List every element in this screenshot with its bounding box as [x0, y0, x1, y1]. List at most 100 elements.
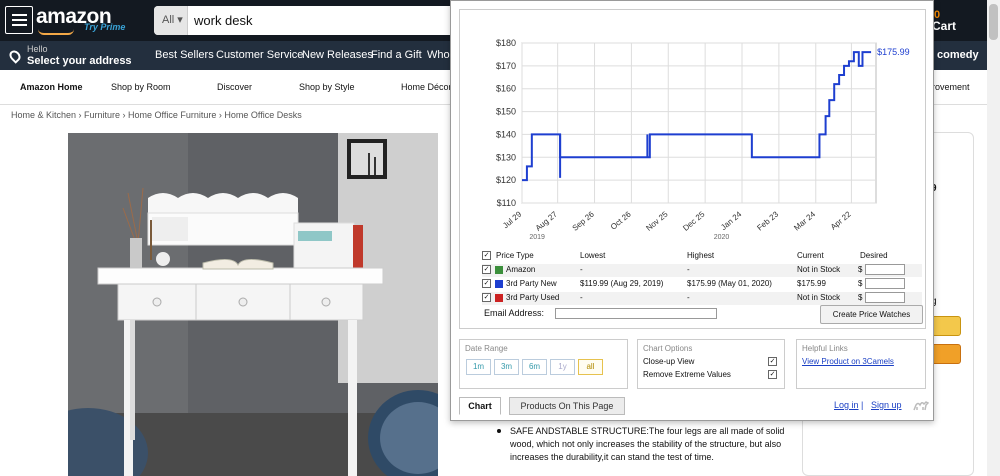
3p-used-label: 3rd Party Used	[506, 293, 560, 302]
price-row-3p-used: ✓ 3rd Party Used - - Not in Stock $	[482, 292, 922, 305]
price-history-chart-panel: $180 $170 $160 $150 $140 $130 $120 $110 Jul 29 Au…	[459, 9, 926, 329]
nav-customer-service[interactable]: Customer Service	[216, 49, 303, 61]
y-tick-label: $180	[496, 38, 516, 48]
price-tracker-popup: $180 $170 $160 $150 $140 $130 $120 $110 Jul 29 Au…	[450, 0, 934, 421]
tab-products-on-page[interactable]: Products On This Page	[509, 397, 625, 415]
range-all-button[interactable]: all	[578, 359, 603, 375]
camel-icon	[913, 401, 929, 411]
location-pin-icon	[7, 48, 23, 64]
amazon-lowest: -	[580, 265, 583, 274]
nav-find-a-gift[interactable]: Find a Gift	[371, 49, 422, 61]
price-row-amazon: ✓ Amazon - - Not in Stock $	[482, 264, 922, 277]
chart-options-panel: Chart Options Close-up View ✓ Remove Ext…	[637, 339, 785, 389]
nav-best-sellers[interactable]: Best Sellers	[155, 49, 214, 61]
x-tick-label: Nov 25	[644, 209, 670, 233]
header-price-type: Price Type	[496, 251, 534, 260]
current-price-label: $175.99	[877, 47, 910, 57]
create-price-watches-button[interactable]: Create Price Watches	[820, 305, 923, 324]
3p-new-checkbox[interactable]: ✓	[482, 279, 491, 288]
y-tick-label: $150	[496, 107, 516, 117]
tab-chart[interactable]: Chart	[459, 397, 501, 415]
x-tick-label: Sep 26	[571, 209, 597, 233]
price-table-header: ✓ Price Type Lowest Highest Current Desi…	[482, 250, 922, 263]
3p-used-desired-input[interactable]	[865, 292, 905, 303]
try-prime-link[interactable]: Try Prime	[84, 22, 125, 32]
amazon-current: Not in Stock	[797, 265, 841, 274]
menu-icon[interactable]	[5, 6, 33, 34]
add-to-cart-button[interactable]	[931, 316, 961, 336]
close-up-view-checkbox[interactable]: ✓	[768, 357, 777, 366]
3p-new-lowest: $119.99 (Aug 29, 2019)	[580, 279, 664, 288]
x-tick-label: Aug 27	[534, 209, 560, 233]
scroll-thumb[interactable]	[989, 4, 998, 40]
3p-new-currency: $	[858, 279, 863, 288]
nav-new-releases[interactable]: New Releases	[302, 49, 373, 61]
helpful-links-panel: Helpful Links View Product on 3Camels	[796, 339, 926, 389]
subnav-shop-by-style[interactable]: Shop by Style	[299, 82, 355, 92]
hello-text: Hello	[27, 44, 48, 54]
page-scrollbar[interactable]	[987, 0, 1000, 476]
buy-now-button[interactable]	[931, 344, 961, 364]
subnav-discover[interactable]: Discover	[217, 82, 252, 92]
3p-new-desired-input[interactable]	[865, 278, 905, 289]
y-tick-label: $160	[496, 84, 516, 94]
nav-promo[interactable]: comedy	[937, 49, 979, 61]
email-label: Email Address:	[484, 308, 545, 318]
x-tick-label: Mar 24	[792, 209, 817, 232]
subnav-home-decor[interactable]: Home Décor	[401, 82, 452, 92]
amazon-checkbox[interactable]: ✓	[482, 265, 491, 274]
y-tick-label: $110	[497, 198, 516, 208]
search-bar: All ▾	[154, 6, 454, 35]
x-tick-label: Oct 26	[609, 209, 633, 231]
range-1y-button[interactable]: 1y	[550, 359, 575, 375]
3p-used-currency: $	[858, 293, 863, 302]
3p-new-color-swatch	[495, 280, 503, 288]
remove-extreme-values-label: Remove Extreme Values	[643, 370, 731, 379]
range-6m-button[interactable]: 6m	[522, 359, 547, 375]
desk-illustration	[68, 133, 438, 476]
amazon-color-swatch	[495, 266, 503, 274]
range-1m-button[interactable]: 1m	[466, 359, 491, 375]
3p-used-current: Not in Stock	[797, 293, 841, 302]
log-in-link[interactable]: Log in	[834, 400, 859, 410]
cart-button[interactable]: Cart	[932, 19, 956, 33]
breadcrumb[interactable]: Home & Kitchen › Furniture › Home Office…	[11, 110, 302, 120]
3p-used-checkbox[interactable]: ✓	[482, 293, 491, 302]
email-input[interactable]	[555, 308, 717, 319]
subnav-shop-by-room[interactable]: Shop by Room	[111, 82, 171, 92]
3p-used-highest: -	[687, 293, 690, 302]
amazon-highest: -	[687, 265, 690, 274]
y-tick-label: $170	[496, 61, 516, 71]
year-label: 2019	[529, 234, 545, 240]
range-3m-button[interactable]: 3m	[494, 359, 519, 375]
product-image[interactable]	[68, 133, 438, 476]
view-on-3camels-link[interactable]: View Product on 3Camels	[802, 357, 894, 366]
select-all-checkbox[interactable]: ✓	[482, 251, 491, 260]
x-tick-label: Jan 24	[719, 209, 744, 232]
price-history-chart: $180 $170 $160 $150 $140 $130 $120 $110Jul 29 Au…	[496, 38, 910, 241]
y-tick-label: $120	[496, 175, 516, 185]
plot-area	[521, 42, 877, 204]
search-department-select[interactable]: All ▾	[154, 6, 188, 35]
3p-new-current: $175.99	[797, 279, 826, 288]
amazon-currency: $	[858, 265, 863, 274]
3p-used-color-swatch	[495, 294, 503, 302]
amazon-smile-icon	[38, 29, 74, 35]
search-input[interactable]	[192, 6, 452, 35]
x-tick-label: Apr 22	[829, 209, 853, 231]
header-lowest: Lowest	[580, 251, 606, 260]
amazon-desired-input[interactable]	[865, 264, 905, 275]
x-tick-label: Feb 23	[755, 209, 780, 232]
subnav-home-improvement[interactable]: rovement	[932, 82, 970, 92]
nav-whole-foods[interactable]: Whol	[427, 49, 452, 61]
amazon-label: Amazon	[506, 265, 536, 274]
subnav-amazon-home[interactable]: Amazon Home	[20, 82, 83, 92]
separator: |	[861, 400, 864, 410]
3p-new-highest: $175.99 (May 01, 2020)	[687, 279, 772, 288]
header-highest: Highest	[687, 251, 715, 260]
header-desired: Desired	[860, 251, 888, 260]
sign-up-link[interactable]: Sign up	[871, 400, 902, 410]
x-tick-label: Dec 25	[681, 209, 707, 233]
3p-used-lowest: -	[580, 293, 583, 302]
remove-extreme-values-checkbox[interactable]: ✓	[768, 370, 777, 379]
